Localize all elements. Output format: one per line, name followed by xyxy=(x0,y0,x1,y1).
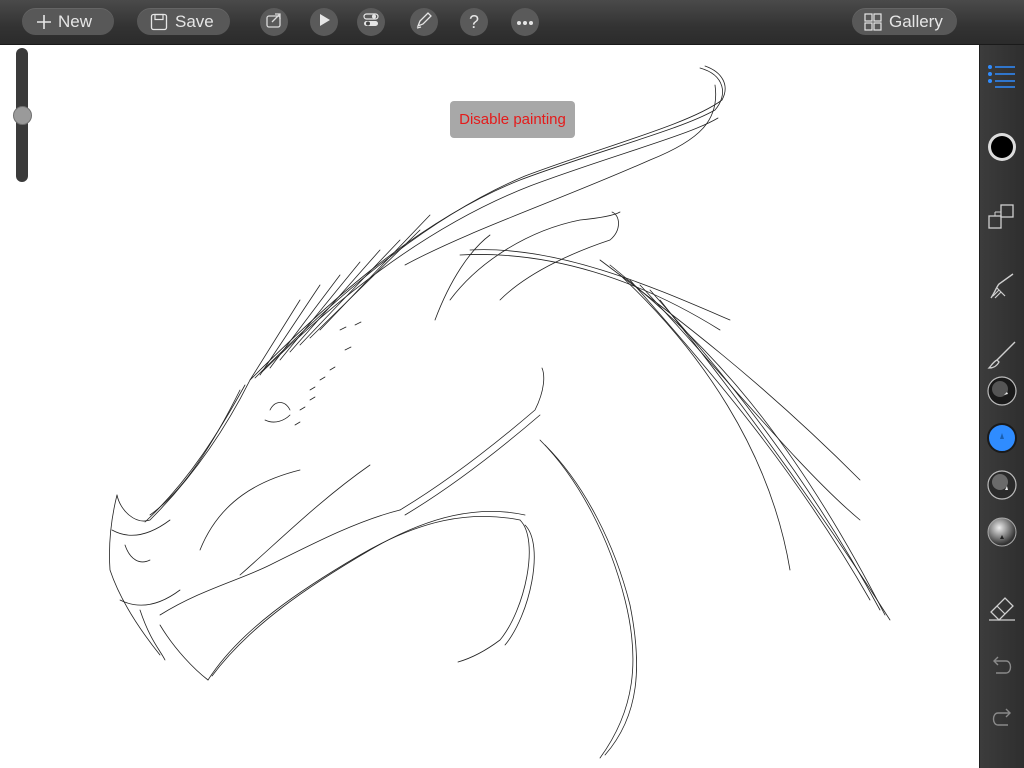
layers-list-button[interactable] xyxy=(986,62,1018,94)
help-button[interactable]: ? xyxy=(460,8,488,36)
redo-button[interactable] xyxy=(986,705,1018,737)
undo-icon xyxy=(988,655,1016,684)
eraser-icon xyxy=(987,592,1017,627)
top-toolbar: New Save ? Gallery xyxy=(0,0,1024,45)
play-icon xyxy=(317,13,331,32)
layers-list-icon xyxy=(987,63,1017,94)
more-icon xyxy=(516,13,534,31)
gallery-grid-icon xyxy=(863,8,883,35)
drawing-canvas[interactable]: Disable painting xyxy=(0,45,979,768)
help-icon: ? xyxy=(468,12,479,32)
pen-icon xyxy=(415,11,433,34)
save-label: Save xyxy=(175,12,214,31)
brush-preset-3-icon xyxy=(987,469,1017,505)
paint-brush-icon xyxy=(987,340,1017,375)
share-button[interactable] xyxy=(260,8,288,36)
gallery-button[interactable]: Gallery xyxy=(852,8,957,35)
new-button[interactable]: New xyxy=(22,8,114,35)
paint-brush-button[interactable] xyxy=(986,341,1018,373)
toggle-button[interactable] xyxy=(357,8,385,36)
gallery-label: Gallery xyxy=(889,12,943,31)
brush-preset-1-icon xyxy=(987,375,1017,411)
right-toolbar xyxy=(979,45,1024,768)
disable-painting-button[interactable]: Disable painting xyxy=(450,101,575,138)
pen-button[interactable] xyxy=(410,8,438,36)
brush-preset-2-icon xyxy=(987,422,1017,458)
brush-preset-4[interactable] xyxy=(986,517,1018,552)
undo-button[interactable] xyxy=(986,653,1018,685)
share-icon xyxy=(265,11,283,34)
save-button[interactable]: Save xyxy=(137,8,230,35)
color-swatch-icon xyxy=(987,132,1017,167)
brush-size-knob[interactable] xyxy=(13,106,32,125)
brush-preset-1[interactable] xyxy=(986,375,1018,411)
save-icon xyxy=(149,8,169,35)
duplicate-layer-button[interactable] xyxy=(986,203,1018,235)
toggle-icon xyxy=(363,12,379,33)
smudge-tool-button[interactable] xyxy=(986,272,1018,307)
play-button[interactable] xyxy=(310,8,338,36)
more-button[interactable] xyxy=(511,8,539,36)
brush-preset-2[interactable] xyxy=(986,422,1018,458)
redo-icon xyxy=(988,707,1016,736)
smudge-tool-icon xyxy=(987,272,1017,307)
plus-icon xyxy=(34,8,54,35)
brush-preset-4-icon xyxy=(987,517,1017,552)
duplicate-layer-icon xyxy=(987,202,1017,237)
eraser-button[interactable] xyxy=(986,593,1018,625)
dragon-sketch xyxy=(109,65,891,759)
color-picker-button[interactable] xyxy=(986,132,1018,167)
brush-preset-3[interactable] xyxy=(986,469,1018,505)
new-label: New xyxy=(58,12,93,31)
